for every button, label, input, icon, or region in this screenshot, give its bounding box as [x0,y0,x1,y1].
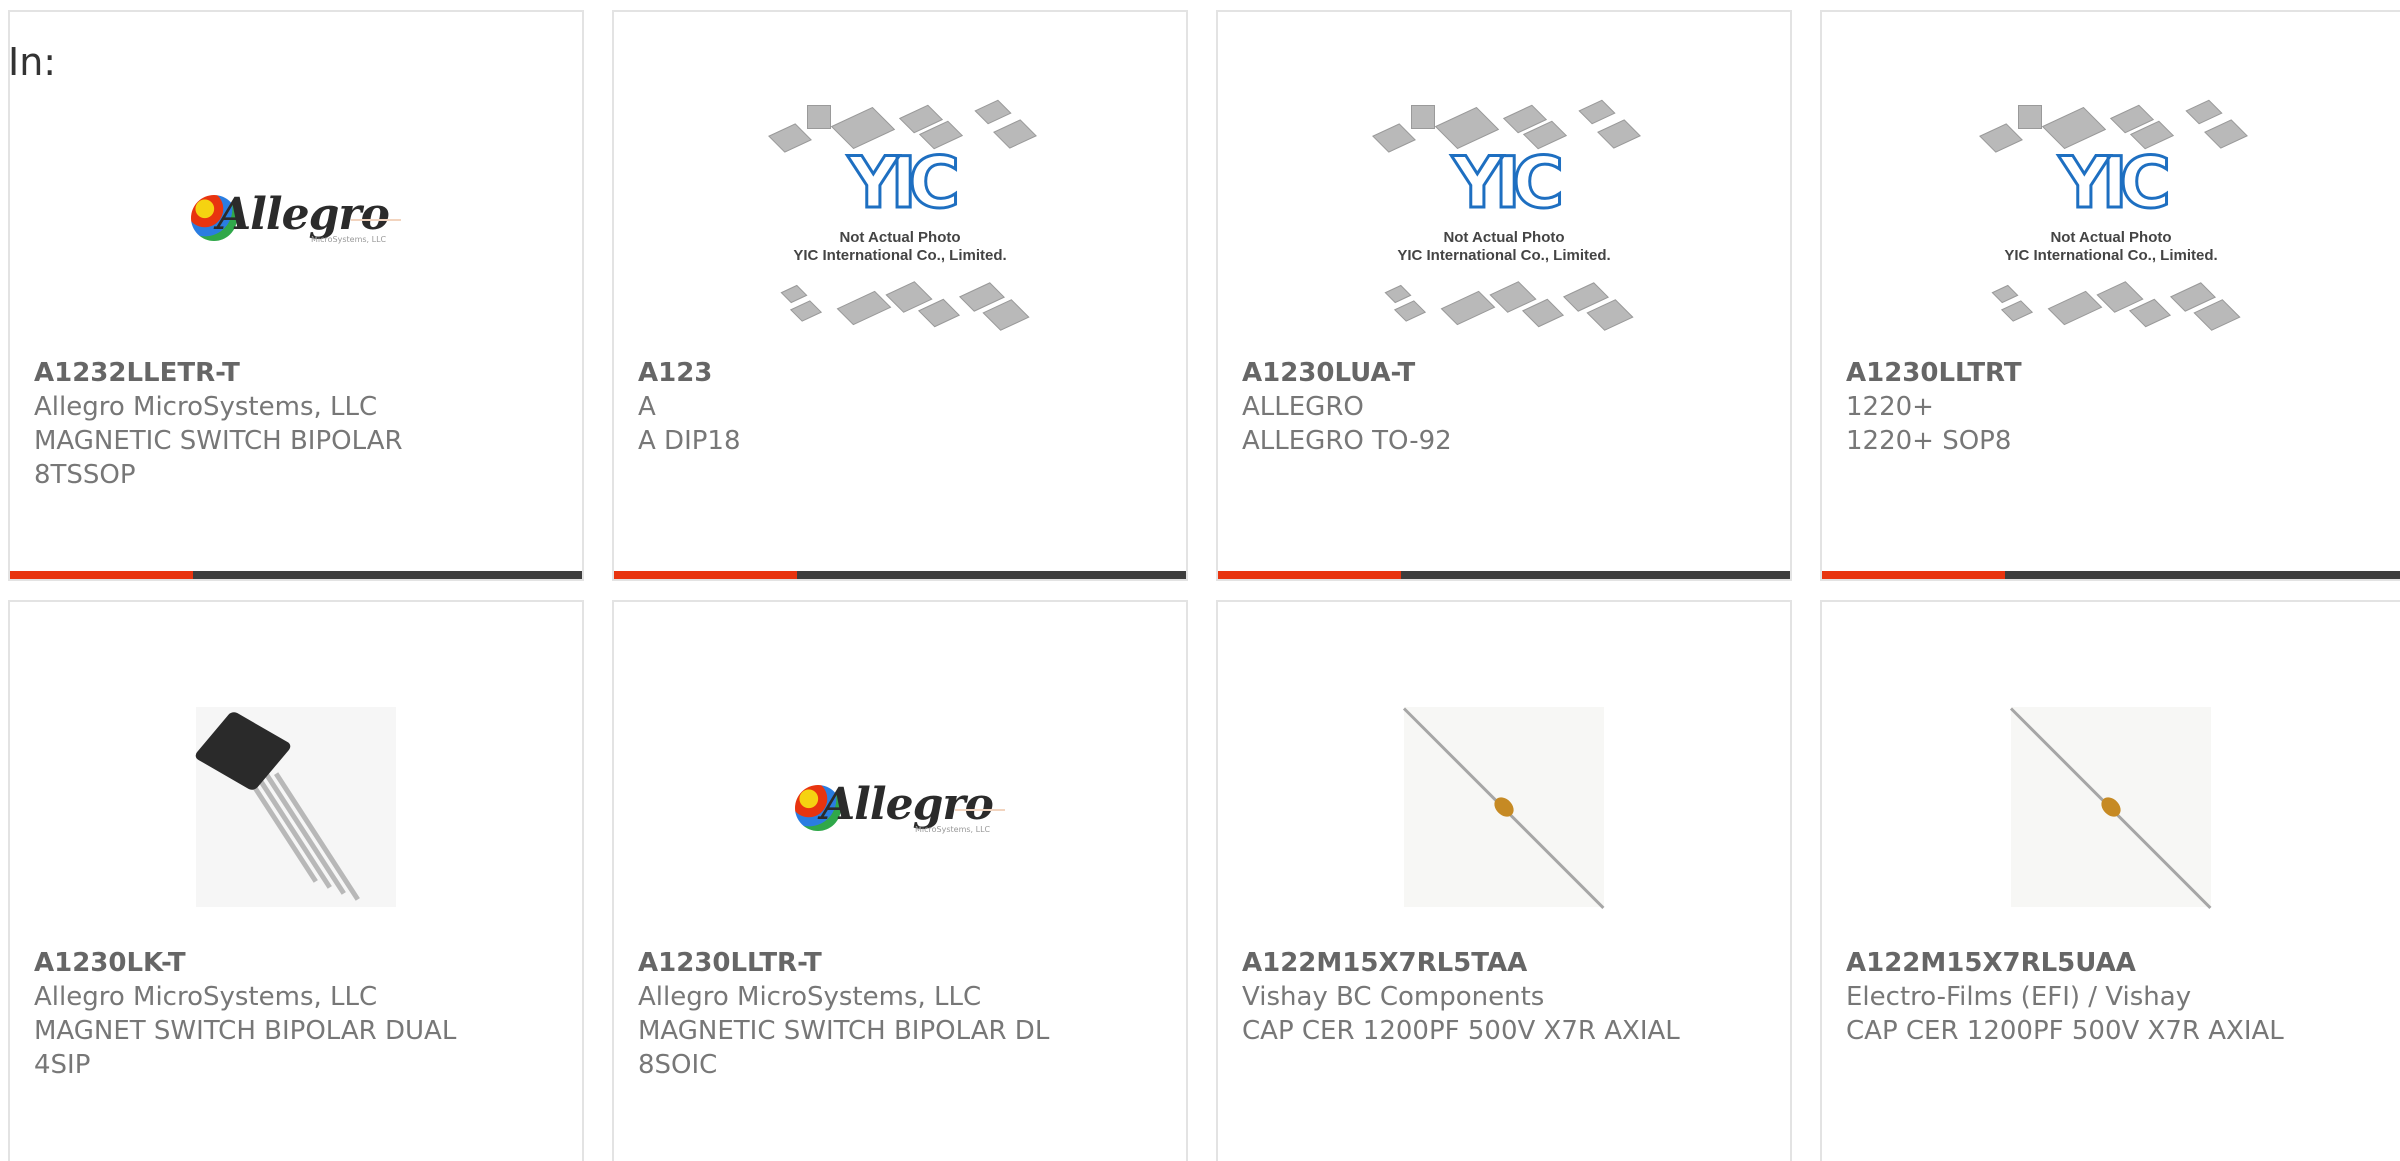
manufacturer: Vishay BC Components [1242,982,1545,1012]
placeholder-caption-2: YIC International Co., Limited. [2004,247,2218,264]
part-number-link[interactable]: A122M15X7RL5UAA [1846,946,2380,980]
product-details: A1230LK-T Allegro MicroSystems, LLC MAGN… [34,946,562,1082]
part-number-link[interactable]: A1230LLTRT [1846,356,2380,390]
product-card[interactable]: Allegro MicroSystems, LLC A1232LLETR-T A… [8,10,584,581]
product-details: A122M15X7RL5UAA Electro-Films (EFI) / Vi… [1846,946,2380,1048]
product-image[interactable] [10,662,582,952]
description: 1220+ SOP8 [1846,426,2012,456]
manufacturer: Electro-Films (EFI) / Vishay [1846,982,2192,1012]
description: ALLEGRO TO-92 [1242,426,1452,456]
product-details: A1230LLTRT 1220+ 1220+ SOP8 [1846,356,2380,458]
yic-placeholder-image: YIC Not Actual Photo YIC International C… [1976,97,2248,337]
product-image[interactable] [1822,662,2400,952]
product-details: A1230LUA-T ALLEGRO ALLEGRO TO-92 [1242,356,1770,458]
sip-component-photo [193,707,396,907]
part-number-link[interactable]: A123 [638,356,1166,390]
product-image[interactable]: YIC Not Actual Photo YIC International C… [614,72,1186,362]
allegro-subtitle: MicroSystems, LLC [915,825,991,834]
yic-logo: YIC [1450,142,1565,224]
placeholder-caption-2: YIC International Co., Limited. [1397,247,1611,264]
allegro-tail [351,209,401,221]
card-accent [10,571,193,579]
axial-capacitor-photo [1402,707,1605,909]
manufacturer: Allegro MicroSystems, LLC [34,392,378,422]
card-bottom-bar [10,571,582,579]
product-card[interactable]: YIC Not Actual Photo YIC International C… [1216,10,1792,581]
description: A DIP18 [638,426,741,456]
product-card[interactable]: Allegro MicroSystems, LLC A1230LLTR-T Al… [612,600,1188,1161]
part-number-link[interactable]: A1230LK-T [34,946,562,980]
product-details: A123 A A DIP18 [638,356,1166,458]
placeholder-caption-1: Not Actual Photo [1443,229,1565,246]
card-accent [1822,571,2005,579]
filter-in-label: In: [8,40,57,84]
manufacturer: Allegro MicroSystems, LLC [638,982,982,1012]
product-image[interactable] [1218,662,1790,952]
allegro-subtitle: MicroSystems, LLC [311,235,387,244]
part-number-link[interactable]: A122M15X7RL5TAA [1242,946,1770,980]
card-accent [1218,571,1401,579]
allegro-logo: Allegro MicroSystems, LLC [795,777,1005,837]
product-details: A1232LLETR-T Allegro MicroSystems, LLC M… [34,356,562,492]
yic-logo: YIC [846,142,961,224]
yic-placeholder-image: YIC Not Actual Photo YIC International C… [1369,97,1641,337]
part-number-link[interactable]: A1230LUA-T [1242,356,1770,390]
placeholder-caption-2: YIC International Co., Limited. [793,247,1007,264]
product-card[interactable]: YIC Not Actual Photo YIC International C… [612,10,1188,581]
description: CAP CER 1200PF 500V X7R AXIAL [1242,1016,1680,1046]
part-number-link[interactable]: A1232LLETR-T [34,356,562,390]
product-card[interactable]: A1230LK-T Allegro MicroSystems, LLC MAGN… [8,600,584,1161]
manufacturer: A [638,392,656,422]
card-accent [614,571,797,579]
placeholder-caption-1: Not Actual Photo [839,229,961,246]
product-image[interactable]: Allegro MicroSystems, LLC [10,72,582,362]
product-details: A122M15X7RL5TAA Vishay BC Components CAP… [1242,946,1770,1048]
description: MAGNETIC SWITCH BIPOLAR 8TSSOP [34,426,403,490]
allegro-logo: Allegro MicroSystems, LLC [191,187,401,247]
product-image[interactable]: YIC Not Actual Photo YIC International C… [1218,72,1790,362]
description: MAGNET SWITCH BIPOLAR DUAL 4SIP [34,1016,457,1080]
placeholder-caption-1: Not Actual Photo [2050,229,2172,246]
yic-placeholder-image: YIC Not Actual Photo YIC International C… [765,97,1037,337]
manufacturer: Allegro MicroSystems, LLC [34,982,378,1012]
product-details: A1230LLTR-T Allegro MicroSystems, LLC MA… [638,946,1166,1082]
product-card[interactable]: A122M15X7RL5TAA Vishay BC Components CAP… [1216,600,1792,1161]
manufacturer: ALLEGRO [1242,392,1364,422]
product-image[interactable]: YIC Not Actual Photo YIC International C… [1822,72,2400,362]
axial-capacitor-photo [2009,707,2212,909]
description: CAP CER 1200PF 500V X7R AXIAL [1846,1016,2284,1046]
description: MAGNETIC SWITCH BIPOLAR DL 8SOIC [638,1016,1050,1080]
card-bottom-bar [1218,571,1790,579]
card-bottom-bar [1822,571,2400,579]
product-card[interactable]: A122M15X7RL5UAA Electro-Films (EFI) / Vi… [1820,600,2400,1161]
manufacturer: 1220+ [1846,392,1934,422]
card-bottom-bar [614,571,1186,579]
product-image[interactable]: Allegro MicroSystems, LLC [614,662,1186,952]
product-grid-page: In: Allegro MicroSystems, LLC A1232LLETR… [0,0,2400,1161]
product-card[interactable]: YIC Not Actual Photo YIC International C… [1820,10,2400,581]
part-number-link[interactable]: A1230LLTR-T [638,946,1166,980]
allegro-tail [955,799,1005,811]
yic-logo: YIC [2057,142,2172,224]
